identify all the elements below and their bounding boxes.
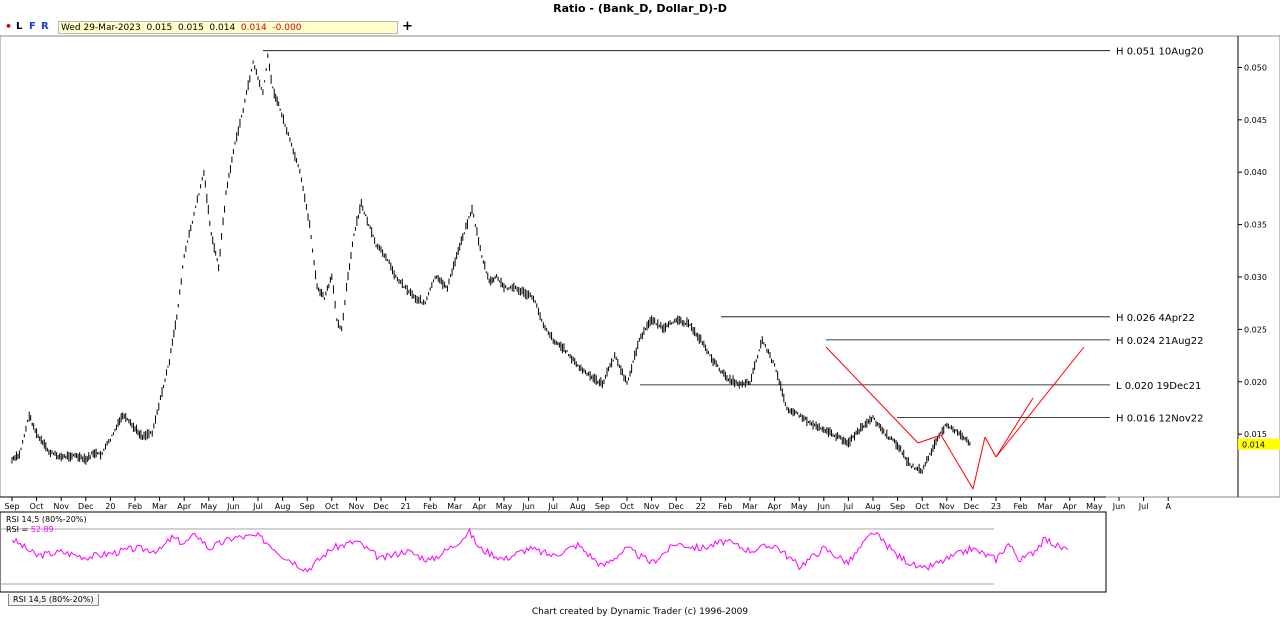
x-tick-label: Apr — [472, 502, 487, 511]
level-label: H 0.051 10Aug20 — [1116, 47, 1203, 58]
x-tick-label: Mar — [1038, 502, 1054, 511]
x-tick-label: Jul — [1138, 502, 1149, 511]
x-tick-label: Mar — [742, 502, 758, 511]
x-tick-label: Jun — [521, 502, 535, 511]
y-tick-label: 0.040 — [1244, 168, 1267, 177]
level-label: H 0.024 21Aug22 — [1116, 336, 1203, 347]
x-tick-label: Oct — [915, 502, 929, 511]
y-tick-label: 0.035 — [1244, 221, 1267, 230]
x-tick-label: Mar — [152, 502, 168, 511]
footer-credit: Chart created by Dynamic Trader (c) 1996… — [531, 607, 749, 617]
x-tick-label: May — [496, 502, 513, 511]
x-tick-label: Nov — [53, 502, 69, 511]
x-tick-label: Aug — [275, 502, 291, 511]
x-tick-label: Nov — [349, 502, 365, 511]
rsi-panel — [0, 511, 1107, 593]
x-tick-label: Feb — [1014, 502, 1028, 511]
x-tick-label: Apr — [1063, 502, 1078, 511]
x-tick-label: May — [201, 502, 218, 511]
x-tick-label: Oct — [620, 502, 634, 511]
x-tick-label: Jul — [547, 502, 558, 511]
x-tick-label: A — [1165, 502, 1171, 511]
last-price-marker: 0.014 — [1238, 438, 1280, 450]
x-tick-label: May — [1086, 502, 1103, 511]
y-tick-label: 0.030 — [1244, 273, 1267, 282]
rsi-legend-label: RSI 14,5 (80%-20%) — [6, 515, 87, 524]
x-tick-label: May — [791, 502, 808, 511]
level-label: H 0.016 12Nov22 — [1116, 413, 1203, 424]
y-tick-label: 0.015 — [1244, 430, 1267, 439]
x-tick-label: Dec — [668, 502, 683, 511]
level-label: H 0.026 4Apr22 — [1116, 313, 1195, 324]
rsi-value-legend: RSI = 52.89 — [6, 525, 54, 534]
x-tick-label: Dec — [964, 502, 979, 511]
chart-canvas[interactable]: Sep Oct Nov Dec 20 Feb Mar Apr May Jun Jul Aug Sep Oc… — [0, 0, 1280, 619]
x-tick-label: 22 — [696, 502, 706, 511]
x-tick-label: Feb — [423, 502, 437, 511]
x-axis-ticks: Sep Oct Nov Dec 20 Feb Mar Apr May Jun Jul Aug Sep Oc… — [4, 497, 1171, 511]
x-tick-label: Jun — [226, 502, 240, 511]
indicator-tab[interactable]: RSI 14,5 (80%-20%) — [8, 594, 99, 606]
level-label: L 0.020 19Dec21 — [1116, 381, 1201, 392]
x-tick-label: Feb — [128, 502, 142, 511]
y-axis-ticks: 0.050 0.045 0.040 0.035 0.030 0.025 0.020 0.015 — [1238, 63, 1267, 439]
x-tick-label: Sep — [890, 502, 905, 511]
x-tick-label: Apr — [768, 502, 783, 511]
x-tick-label: Jun — [817, 502, 831, 511]
x-tick-label: Dec — [78, 502, 93, 511]
x-tick-label: Aug — [865, 502, 881, 511]
x-tick-label: Oct — [30, 502, 44, 511]
y-tick-label: 0.050 — [1244, 63, 1267, 72]
price-plot-area — [0, 36, 1238, 497]
x-tick-label: 20 — [105, 502, 115, 511]
x-tick-label: Jun — [1112, 502, 1126, 511]
x-tick-label: Jul — [252, 502, 263, 511]
x-tick-label: 23 — [991, 502, 1001, 511]
last-price-label: 0.014 — [1242, 441, 1265, 450]
x-tick-label: Jul — [843, 502, 854, 511]
x-tick-label: Nov — [939, 502, 955, 511]
x-tick-label: Aug — [570, 502, 586, 511]
x-tick-label: Feb — [718, 502, 732, 511]
x-tick-label: Mar — [447, 502, 463, 511]
x-tick-label: Nov — [644, 502, 660, 511]
rsi-value-prefix: RSI = — [6, 525, 31, 534]
x-tick-label: Sep — [595, 502, 610, 511]
x-tick-label: Oct — [325, 502, 339, 511]
y-tick-label: 0.025 — [1244, 325, 1267, 334]
y-tick-label: 0.020 — [1244, 378, 1267, 387]
x-tick-label: 21 — [401, 502, 411, 511]
x-tick-label: Sep — [300, 502, 315, 511]
x-tick-label: Apr — [177, 502, 192, 511]
y-tick-label: 0.045 — [1244, 116, 1267, 125]
x-tick-label: Dec — [373, 502, 388, 511]
x-tick-label: Sep — [4, 502, 19, 511]
rsi-value: 52.89 — [31, 525, 54, 534]
